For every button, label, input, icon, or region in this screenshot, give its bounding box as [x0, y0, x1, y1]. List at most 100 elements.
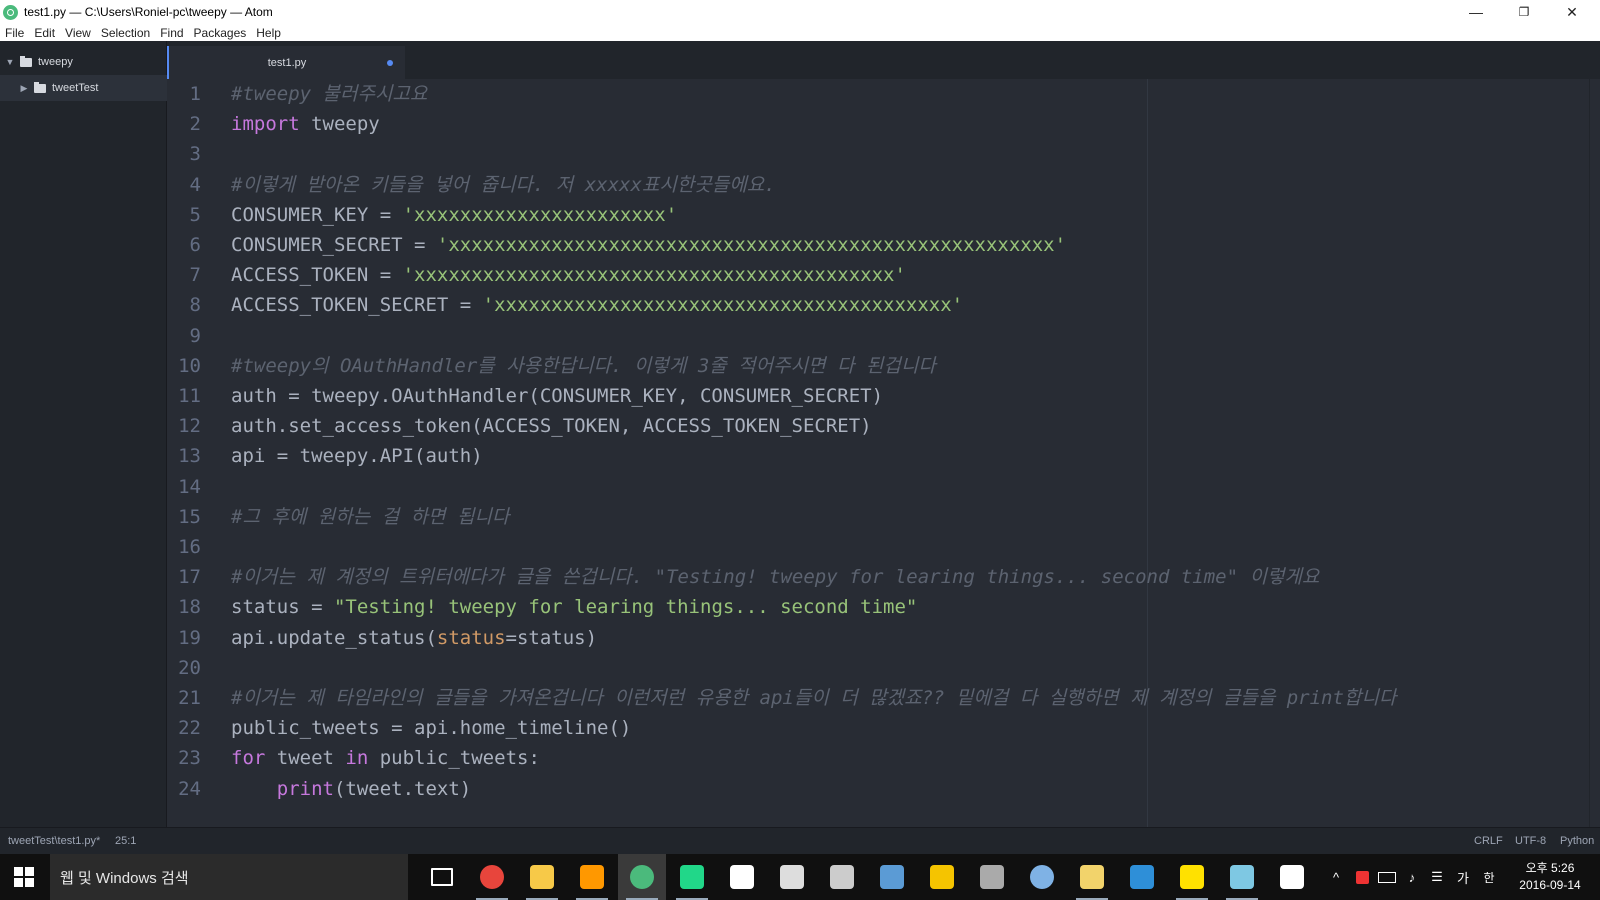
code-token: CONSUMER_SECRET =: [231, 234, 437, 256]
code-line[interactable]: 17 #이거는 제 계정의 트위터에다가 글을 쓴겁니다. "Testing! t…: [167, 562, 1600, 593]
taskbar-kakaotalk-button[interactable]: [1168, 854, 1216, 900]
taskbar-lightbulb-button[interactable]: [918, 854, 966, 900]
code-token: 'xxxxxxxxxxxxxxxxxxxxxxxxxxxxxxxxxxxxxxx…: [436, 234, 1067, 256]
windows-logo-icon: [14, 867, 34, 887]
volume-icon[interactable]: ♪: [1400, 854, 1424, 900]
menu-view[interactable]: View: [60, 26, 96, 40]
line-number: 21: [178, 687, 201, 709]
code-line[interactable]: 3: [167, 139, 1600, 170]
menu-help[interactable]: Help: [251, 26, 286, 40]
line-number: 5: [189, 203, 201, 226]
status-cursor-position[interactable]: 25:1: [115, 835, 136, 847]
maximize-button[interactable]: ❐: [1500, 0, 1548, 24]
taskbar-outlook-button[interactable]: [1118, 854, 1166, 900]
code-line[interactable]: 1 #tweepy 불러주시고요: [167, 79, 1600, 110]
code-line[interactable]: 6 CONSUMER_SECRET = 'xxxxxxxxxxxxxxxxxxxx…: [167, 230, 1600, 261]
code-line[interactable]: 12 auth.set_access_token(ACCESS_TOKEN, AC…: [167, 411, 1600, 442]
start-button[interactable]: [0, 854, 48, 900]
status-line-ending[interactable]: CRLF: [1474, 835, 1503, 847]
taskbar-unity-button[interactable]: [718, 854, 766, 900]
code-token: 'xxxxxxxxxxxxxxxxxxxxxxxxxxxxxxxxxxxxxxx…: [482, 294, 964, 317]
minimize-button[interactable]: —: [1452, 0, 1500, 24]
taskbar-task-view-button[interactable]: [418, 854, 466, 900]
taskbar-chrome-button[interactable]: [468, 854, 516, 900]
status-file-path[interactable]: tweetTest\test1.py*: [8, 835, 100, 847]
close-button[interactable]: ✕: [1548, 0, 1596, 24]
taskbar-folder-sync-button[interactable]: [1068, 854, 1116, 900]
code-editor[interactable]: 1 #tweepy 불러주시고요 2 import tweepy 3 4 #이렇게 받아온 …: [167, 79, 1600, 827]
battery-icon[interactable]: [1374, 854, 1400, 900]
ime-mode-indicator[interactable]: 한: [1476, 854, 1502, 900]
code-line[interactable]: 16: [167, 532, 1600, 563]
atom-app-icon: [3, 4, 18, 20]
modified-indicator-icon[interactable]: [387, 60, 393, 66]
code-line[interactable]: 5 CONSUMER_KEY = 'xxxxxxxxxxxxxxxxxxxxxx': [167, 200, 1600, 231]
status-grammar[interactable]: Python: [1560, 835, 1594, 847]
code-token: auth.set_access_token(ACCESS_TOKEN, ACCE…: [231, 415, 872, 438]
window-title: test1.py — C:\Users\Roniel-pc\tweepy — A…: [24, 5, 273, 19]
chevron-down-icon[interactable]: ▼: [4, 57, 16, 67]
line-number: 10: [178, 354, 201, 377]
taskbar-terminal-button[interactable]: [818, 854, 866, 900]
code-token: for: [231, 747, 266, 770]
code-token: auth = tweepy.OAuthHandler(CONSUMER_KEY,…: [231, 385, 884, 407]
taskbar-photos-button[interactable]: [1268, 854, 1316, 900]
code-line[interactable]: 20: [167, 653, 1600, 684]
code-line[interactable]: 13 api = tweepy.API(auth): [167, 441, 1600, 472]
code-token: #tweepy의 OAuthHandler를 사용한답니다. 이렇게 3줄 적어…: [231, 354, 936, 377]
taskbar-epic-games-button[interactable]: [768, 854, 816, 900]
code-line[interactable]: 24 print(tweet.text): [167, 774, 1600, 805]
code-line[interactable]: 22 public_tweets = api.home_timeline(): [167, 713, 1600, 744]
code-line[interactable]: 8 ACCESS_TOKEN_SECRET = 'xxxxxxxxxxxxxxxx…: [167, 290, 1600, 321]
taskbar-globe-button[interactable]: [1018, 854, 1066, 900]
code-line[interactable]: 19 api.update_status(status=status): [167, 623, 1600, 654]
taskbar-game-button[interactable]: [968, 854, 1016, 900]
game-icon: [980, 865, 1004, 889]
taskbar-network-button[interactable]: [868, 854, 916, 900]
ime-hangul-toggle[interactable]: 가: [1450, 854, 1476, 900]
code-token: #tweepy 불러주시고요: [231, 83, 428, 105]
code-line[interactable]: 2 import tweepy: [167, 109, 1600, 140]
taskbar-sublime-text-button[interactable]: [568, 854, 616, 900]
line-code: auth.set_access_token(ACCESS_TOKEN, ACCE…: [231, 411, 872, 442]
code-token: tweet: [265, 747, 346, 770]
taskbar-atom-button[interactable]: [618, 854, 666, 900]
code-line[interactable]: 18 status = "Testing! tweepy for learing …: [167, 592, 1600, 623]
notifications-icon[interactable]: ☰: [1424, 854, 1450, 900]
tree-item-tweettest[interactable]: ▶ tweetTest: [0, 75, 184, 101]
menu-edit[interactable]: Edit: [29, 26, 60, 40]
menu-selection[interactable]: Selection: [96, 26, 155, 40]
menu-file[interactable]: File: [0, 26, 29, 40]
tab-test1-py[interactable]: test1.py: [167, 46, 405, 79]
code-line[interactable]: 7 ACCESS_TOKEN = 'xxxxxxxxxxxxxxxxxxxxxxx…: [167, 260, 1600, 291]
security-tray-icon[interactable]: [1350, 854, 1374, 900]
taskbar-file-explorer-button[interactable]: [518, 854, 566, 900]
code-line[interactable]: 15 #그 후에 원하는 걸 하면 됩니다: [167, 502, 1600, 533]
tree-root-folder[interactable]: ▼ tweepy: [0, 49, 170, 75]
line-number: 16: [178, 536, 201, 558]
unity-icon: [730, 865, 754, 889]
line-code: api = tweepy.API(auth): [231, 441, 483, 472]
tray-overflow-icon[interactable]: ^: [1322, 854, 1350, 900]
code-line[interactable]: 9: [167, 321, 1600, 352]
status-encoding[interactable]: UTF-8: [1515, 835, 1546, 847]
clock[interactable]: 오후 5:26 2016-09-14: [1504, 854, 1596, 900]
code-line[interactable]: 21 #이거는 제 타임라인의 글들을 가져온겁니다 이런저런 유용한 api들이…: [167, 683, 1600, 714]
taskbar-search-box[interactable]: 웹 및 Windows 검색: [50, 854, 408, 900]
code-line[interactable]: 23 for tweet in public_tweets:: [167, 743, 1600, 774]
epic-games-icon: [780, 865, 804, 889]
chevron-right-icon[interactable]: ▶: [18, 83, 30, 94]
menu-packages[interactable]: Packages: [189, 26, 252, 40]
code-line[interactable]: 10 #tweepy의 OAuthHandler를 사용한답니다. 이렇게 3줄 …: [167, 351, 1600, 382]
file-explorer-icon: [530, 865, 554, 889]
code-line[interactable]: 11 auth = tweepy.OAuthHandler(CONSUMER_KE…: [167, 381, 1600, 412]
line-code: CONSUMER_SECRET = 'xxxxxxxxxxxxxxxxxxxxx…: [231, 230, 1066, 261]
code-line[interactable]: 4 #이렇게 받아온 키들을 넣어 줍니다. 저 xxxxx표시한곳들에요.: [167, 170, 1600, 201]
line-code: ACCESS_TOKEN = 'xxxxxxxxxxxxxxxxxxxxxxxx…: [231, 260, 906, 291]
vertical-scrollbar[interactable]: [1589, 79, 1600, 827]
code-line[interactable]: 14: [167, 472, 1600, 503]
taskbar-pycharm-button[interactable]: [668, 854, 716, 900]
menu-find[interactable]: Find: [155, 26, 188, 40]
taskbar-paint-button[interactable]: [1218, 854, 1266, 900]
